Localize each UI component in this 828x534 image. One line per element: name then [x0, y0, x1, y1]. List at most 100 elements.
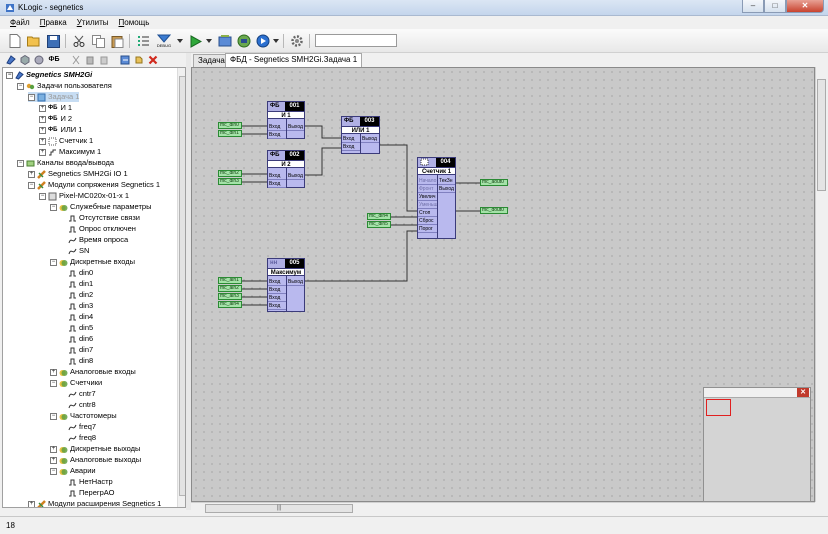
fb-and1[interactable]: ФБ 001 И 1 Вход Вход Выход — [267, 101, 305, 139]
close-button[interactable]: ✕ — [786, 0, 824, 13]
fb-output[interactable]: Выход — [438, 185, 455, 193]
fb-input[interactable]: Вход — [268, 131, 286, 139]
tree-scroll-thumb[interactable] — [179, 76, 185, 496]
overview-header[interactable] — [704, 388, 810, 398]
connect-dropdown-icon[interactable] — [272, 32, 280, 50]
menu-utilities[interactable]: Утилиты — [72, 16, 114, 29]
tree-item-poll-off[interactable]: Опрос отключен — [68, 224, 136, 234]
fb-input[interactable]: Вход — [342, 143, 360, 151]
tree-scrollbar[interactable] — [177, 68, 185, 507]
project-icon[interactable] — [5, 54, 16, 65]
signal-mc-ain1[interactable]: mc_ain1 — [218, 277, 242, 284]
tree-item-din1[interactable]: din1 — [68, 279, 93, 289]
collapse-icon[interactable]: − — [50, 203, 57, 211]
tree-item-din0[interactable]: din0 — [68, 268, 93, 278]
tree-item-service[interactable]: − Служебные параметры — [50, 202, 151, 212]
tree-item-analog-in[interactable]: + Аналоговые входы — [50, 367, 136, 377]
signal-mc-din5[interactable]: mc_din5 — [367, 221, 391, 228]
fb-output[interactable]: ТекЗн — [438, 177, 455, 185]
cut-icon[interactable] — [70, 54, 81, 65]
menu-help[interactable]: Помощь — [114, 16, 155, 29]
fb-output[interactable]: Выход — [287, 123, 304, 131]
tree-item-freqmeters[interactable]: − Частотомеры — [50, 411, 117, 421]
tree-item-discrete-in[interactable]: − Дискретные входы — [50, 257, 135, 267]
menu-edit[interactable]: Правка — [35, 16, 72, 29]
remove-icon[interactable] — [147, 54, 158, 65]
tree-item-and2[interactable]: + ФБ И 2 — [39, 114, 72, 124]
fb-input[interactable]: Вход — [268, 278, 286, 286]
fb-input[interactable]: Вход — [268, 302, 286, 310]
copy-icon[interactable] — [89, 32, 107, 50]
tree-item-user-tasks[interactable]: − Задачи пользователя — [17, 81, 112, 91]
menu-file[interactable]: Файл — [5, 16, 35, 29]
tab-fbd-task1[interactable]: ФБД - Segnetics SMH2Gi.Задача 1 — [225, 53, 363, 67]
expand-icon[interactable]: + — [39, 148, 46, 156]
expand-icon[interactable]: + — [50, 456, 57, 464]
fb-input[interactable]: Вход — [268, 294, 286, 302]
gear-icon[interactable] — [288, 32, 306, 50]
collapse-icon[interactable]: − — [50, 258, 57, 266]
tree-item-sn[interactable]: SN — [68, 246, 89, 256]
signal-mc-din2[interactable]: mc_din2 — [218, 170, 242, 177]
tree-item-cntr8[interactable]: cntr8 — [68, 400, 96, 410]
tree-item-and1[interactable]: + ФБ И 1 — [39, 103, 72, 113]
tree-item-freq7[interactable]: freq7 — [68, 422, 96, 432]
collapse-icon[interactable]: − — [28, 181, 35, 189]
signal-mc-din0[interactable]: mc_din0 — [218, 122, 242, 129]
download-icon[interactable] — [235, 32, 253, 50]
fb-input[interactable]: Вход — [268, 123, 286, 131]
tree-item-or1[interactable]: + ФБ ИЛИ 1 — [39, 125, 82, 135]
signal-mc-aout0[interactable]: mc_aout0 — [480, 179, 508, 186]
delete-icon[interactable] — [84, 54, 95, 65]
debug-dropdown-icon[interactable] — [176, 32, 184, 50]
search-input[interactable] — [315, 34, 397, 47]
tree-item-freq8[interactable]: freq8 — [68, 433, 96, 443]
tree-item-modules[interactable]: − Модули сопряжения Segnetics 1 — [28, 180, 160, 190]
overview-viewport[interactable] — [706, 399, 731, 416]
tree-item-expansion[interactable]: + Модули расширения Segnetics 1 — [28, 499, 161, 507]
run-dropdown-icon[interactable] — [205, 32, 213, 50]
tree-item-cntr7[interactable]: cntr7 — [68, 389, 96, 399]
fb-input[interactable]: Уменьш — [418, 201, 437, 209]
fb-input[interactable]: Стоп — [418, 209, 437, 217]
tree-item-alarms[interactable]: − Аварии — [50, 466, 96, 476]
tree-item-counters[interactable]: − Счетчики — [50, 378, 102, 388]
connect-icon[interactable] — [254, 32, 272, 50]
maximize-button[interactable]: □ — [764, 0, 786, 13]
minimize-button[interactable]: ‒ — [742, 0, 764, 13]
open-folder-icon[interactable] — [25, 32, 43, 50]
signal-mc-ain2[interactable]: mc_ain2 — [218, 285, 242, 292]
export-icon[interactable] — [119, 54, 130, 65]
fb-input[interactable]: Вход — [268, 180, 286, 188]
tree-item-analog-out[interactable]: + Аналоговые выходы — [50, 455, 141, 465]
fb-input[interactable]: Увелич — [418, 193, 437, 201]
fb-output[interactable]: Выход — [287, 172, 304, 180]
trash-icon[interactable] — [98, 54, 109, 65]
expand-icon[interactable]: + — [28, 170, 35, 178]
paste-icon[interactable] — [108, 32, 126, 50]
expand-icon[interactable]: + — [28, 500, 35, 507]
canvas-horizontal-scrollbar[interactable]: ||| — [191, 502, 815, 513]
tree-item-din2[interactable]: din2 — [68, 290, 93, 300]
cut-icon[interactable] — [70, 32, 88, 50]
close-icon[interactable]: ✕ — [797, 388, 809, 397]
fb-input[interactable]: Порог — [418, 225, 437, 233]
fb-or1[interactable]: ФБ 003 ИЛИ 1 Вход Вход Выход — [341, 116, 380, 154]
tree-item-din5[interactable]: din5 — [68, 323, 93, 333]
fb-input[interactable]: Начало — [418, 177, 437, 185]
expand-icon[interactable]: + — [39, 126, 46, 134]
signal-mc-ain4[interactable]: mc_ain4 — [218, 301, 242, 308]
canvas-vertical-scrollbar[interactable] — [815, 67, 826, 502]
tree-item-task1[interactable]: − Задача 1 — [28, 92, 80, 102]
tree-item-io-channels[interactable]: − Каналы ввода/вывода — [17, 158, 114, 168]
signal-mc-din4[interactable]: mc_din4 — [367, 213, 391, 220]
tree-item-io1[interactable]: + Segnetics SMH2Gi IO 1 — [28, 169, 128, 179]
fb-max1[interactable]: нн 005 Максимум Вход Вход Вход Вход Выхо… — [267, 258, 305, 312]
tree-item-counter1[interactable]: + Счетчик 1 — [39, 136, 93, 146]
tree-item-din8[interactable]: din8 — [68, 356, 93, 366]
collapse-icon[interactable]: − — [28, 93, 35, 101]
hexagon-icon[interactable] — [19, 54, 30, 65]
collapse-icon[interactable]: − — [50, 412, 57, 420]
canvas-vscroll-thumb[interactable] — [817, 79, 826, 191]
tree-item-alarm-peregr[interactable]: ПерегрАО — [68, 488, 114, 498]
